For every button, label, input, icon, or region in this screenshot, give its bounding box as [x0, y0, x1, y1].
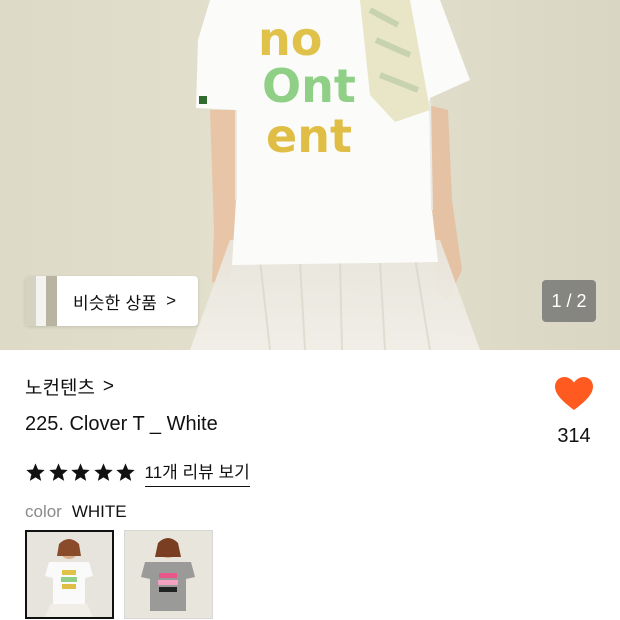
- image-pager: 1 / 2: [542, 280, 596, 322]
- star-icon: [48, 463, 68, 481]
- svg-text:Ont: Ont: [262, 59, 356, 113]
- swatch-grey-image: [125, 531, 212, 618]
- swatch-white[interactable]: [25, 530, 114, 619]
- swatch-white-image: [27, 532, 112, 617]
- product-image-gallery[interactable]: no Ont ent 비슷한 상품 > 1 / 2: [0, 0, 620, 350]
- like-button[interactable]: [552, 376, 596, 412]
- chevron-right-icon: >: [166, 291, 177, 310]
- option-name: color: [25, 502, 62, 521]
- swatch-grey[interactable]: [124, 530, 213, 619]
- star-icon: [26, 463, 45, 481]
- similar-products-button[interactable]: 비슷한 상품 >: [25, 276, 198, 326]
- view-reviews-link[interactable]: 11개 리뷰 보기: [144, 458, 250, 487]
- svg-text:ent: ent: [266, 109, 352, 163]
- svg-text:no: no: [258, 12, 322, 66]
- option-value: WHITE: [71, 502, 127, 521]
- similar-products-label: 비슷한 상품: [73, 293, 158, 313]
- heart-icon: [555, 377, 593, 410]
- rating-stars: [25, 462, 138, 483]
- star-icon: [93, 463, 113, 481]
- product-title: 225. Clover T _ White: [25, 413, 218, 435]
- brand-link[interactable]: 노컨텐츠 >: [25, 373, 114, 400]
- rating-row: 11개 리뷰 보기: [25, 458, 250, 487]
- star-icon: [116, 463, 135, 481]
- star-icon: [71, 463, 90, 481]
- color-swatches: [25, 530, 223, 619]
- brand-name: 노컨텐츠: [25, 378, 95, 399]
- similar-products-thumbnail: [25, 276, 57, 326]
- option-row: color WHITE: [25, 502, 127, 522]
- chevron-right-icon: >: [102, 375, 115, 397]
- like-count: 314: [557, 425, 591, 447]
